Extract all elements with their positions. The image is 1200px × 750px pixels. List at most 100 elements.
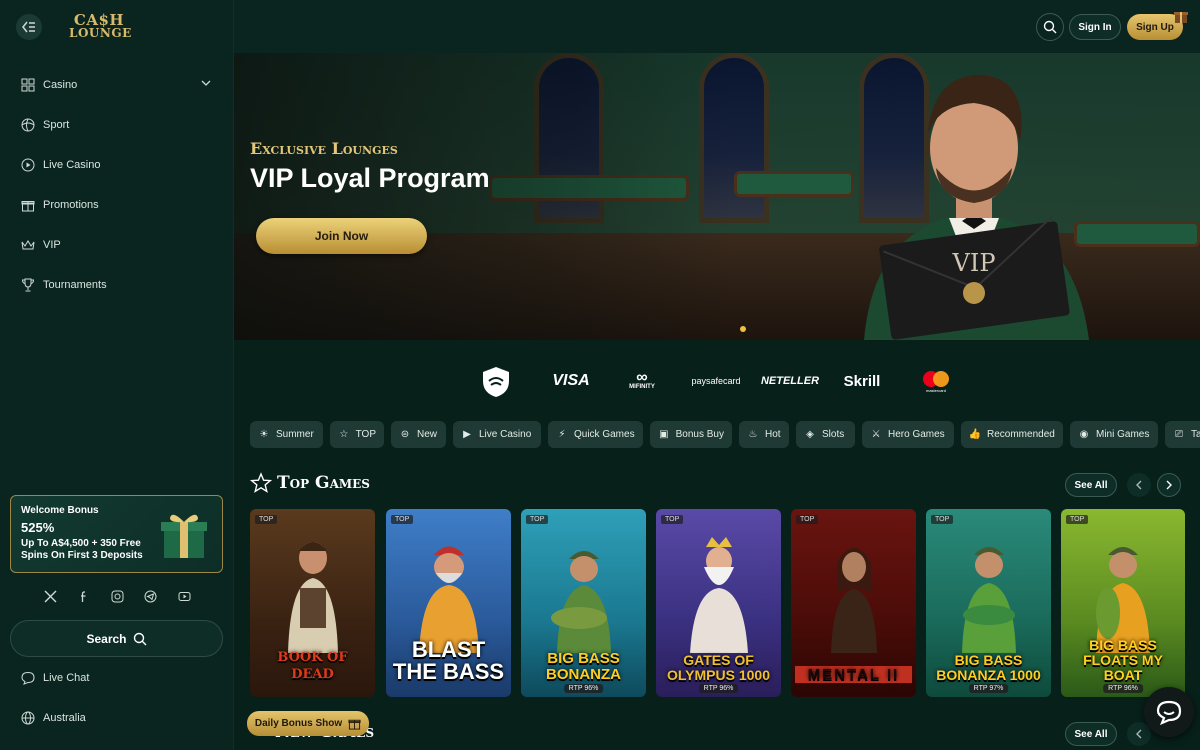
top-games-next-button[interactable] — [1157, 473, 1181, 497]
sidebar-item-promotions[interactable]: Promotions — [0, 185, 233, 225]
chip-hot[interactable]: ♨ Hot — [739, 421, 789, 448]
chip-hero-games[interactable]: ⚔ Hero Games — [862, 421, 954, 448]
sidebar-item-language[interactable]: Australia — [0, 698, 234, 738]
game-tile-blast-the-bass[interactable]: TOP BLAST THE BASS — [386, 509, 511, 697]
chip-bonus-buy[interactable]: ▣ Bonus Buy — [650, 421, 732, 448]
gift-box-icon — [161, 514, 207, 558]
game-tile-big-bass-bonanza[interactable]: TOP BIG BASS BONANZA RTP 96% — [521, 509, 646, 697]
tile-badge: TOP — [391, 515, 414, 524]
game-tile-big-bass-bonanza-1000[interactable]: TOP BIG BASS BONANZA 1000 RTP 97% — [926, 509, 1051, 697]
trophy-icon — [20, 277, 36, 293]
sidebar-item-vip[interactable]: VIP — [0, 225, 233, 265]
hero-shade — [234, 53, 734, 340]
sidebar-item-label: Tournaments — [43, 279, 107, 291]
mastercard-logo: mastercard — [914, 368, 958, 394]
sidebar-item-tournaments[interactable]: Tournaments — [0, 265, 233, 305]
instagram-icon[interactable] — [109, 588, 125, 604]
game-art — [689, 537, 748, 653]
chip-quick-games[interactable]: ⚡ Quick Games — [548, 421, 643, 448]
game-tile-big-bass-floats-my-boat[interactable]: TOP BIG BASS FLOATS MY BOAT RTP 96% — [1061, 509, 1185, 697]
menu-collapse-icon — [22, 21, 35, 32]
globe-icon — [20, 710, 36, 726]
logo-line1: CA$H — [73, 10, 125, 29]
lightning-icon: ⚡ — [558, 429, 566, 440]
rtp-badge: RTP 96% — [1103, 684, 1143, 693]
top-games-see-all-button[interactable]: See All — [1065, 473, 1117, 497]
chip-more[interactable]: ⎚ Ta — [1165, 421, 1200, 448]
chip-recommended[interactable]: 👍 Recommended — [961, 421, 1063, 448]
gift-icon — [1174, 12, 1188, 23]
game-art — [830, 548, 877, 653]
sidebar-item-label: Casino — [43, 79, 78, 91]
chip-slots[interactable]: ◈ Slots — [796, 421, 855, 448]
chip-live-casino[interactable]: ▶ Live Casino — [453, 421, 541, 448]
star-icon — [250, 472, 272, 493]
sidebar-search-button[interactable]: Search — [10, 620, 223, 657]
header-search-button[interactable] — [1036, 13, 1064, 41]
play-icon — [20, 157, 36, 173]
sidebar-item-sport[interactable]: Sport — [0, 105, 233, 145]
sun-icon: ☀ — [259, 429, 269, 440]
game-tile-mental-ii[interactable]: TOP MENTAL II — [791, 509, 916, 697]
neteller-logo: NETELLER — [760, 375, 820, 387]
tile-badge: TOP — [1066, 515, 1089, 524]
controller-icon: ◉ — [1079, 429, 1089, 440]
live-chat-fab[interactable] — [1144, 687, 1194, 737]
chip-new[interactable]: ⊜ New — [391, 421, 446, 448]
gift-icon — [348, 719, 361, 730]
rtp-badge: RTP 96% — [563, 684, 604, 693]
new-icon: ⊜ — [400, 429, 410, 440]
top-header: Sign In Sign Up — [234, 0, 1200, 53]
game-title: BOOK OF DEAD — [277, 650, 348, 682]
hero-banner[interactable]: VIP Exclusive Lounges VIP Loyal Program … — [234, 53, 1200, 340]
telegram-icon[interactable] — [143, 588, 159, 604]
facebook-icon[interactable] — [76, 588, 92, 604]
sidebar-item-live-chat[interactable]: Live Chat — [0, 658, 234, 698]
welcome-bonus-card[interactable]: Welcome Bonus 525% Up To A$4,500 + 350 F… — [10, 495, 223, 573]
flame-icon: ♨ — [748, 429, 758, 440]
tile-badge: TOP — [526, 515, 549, 524]
chip-summer[interactable]: ☀ Summer — [250, 421, 323, 448]
chevron-left-icon — [1136, 480, 1142, 490]
daily-bonus-show-button[interactable]: Daily Bonus Show — [247, 711, 369, 736]
top-games-prev-button[interactable] — [1127, 473, 1151, 497]
slots-icon: ◈ — [806, 429, 814, 440]
sidebar-item-casino[interactable]: Casino — [0, 65, 233, 105]
rtp-badge: RTP 96% — [698, 684, 739, 693]
game-tile-book-of-dead[interactable]: TOP BOOK OF DEAD — [250, 509, 375, 697]
sidebar-item-live-casino[interactable]: Live Casino — [0, 145, 233, 185]
gift-icon — [20, 197, 36, 213]
join-now-button[interactable]: Join Now — [256, 218, 427, 254]
thumbs-up-icon: 👍 — [968, 429, 982, 440]
game-title: BLAST THE BASS — [392, 637, 505, 684]
game-title: BIG BASS FLOATS MY BOAT — [1083, 637, 1163, 683]
sidebar-nav: Casino Sport Live Casino Promotions VIP … — [0, 65, 233, 305]
x-twitter-icon[interactable] — [42, 588, 58, 604]
new-games-see-all-button[interactable]: See All — [1065, 722, 1117, 746]
payment-methods: VISA ∞ MIFINITY paysafecard NETELLER Skri… — [234, 340, 1200, 422]
collapse-sidebar-button[interactable] — [16, 13, 42, 40]
ball-icon — [20, 117, 36, 133]
chip-top[interactable]: ☆ TOP — [330, 421, 384, 448]
top-games-title: Top Games — [277, 473, 370, 493]
sign-in-button[interactable]: Sign In — [1069, 14, 1121, 40]
hero-subtitle: Exclusive Lounges — [250, 139, 398, 158]
chat-icon — [20, 670, 36, 686]
chip-mini-games[interactable]: ◉ Mini Games — [1070, 421, 1158, 448]
bonus-description: Up To A$4,500 + 350 Free Spins On First … — [21, 538, 143, 561]
game-title: BIG BASS BONANZA — [546, 650, 621, 683]
secure-shield-icon — [483, 367, 509, 397]
logo[interactable]: CA$H LOUNGE — [69, 10, 131, 40]
game-art — [418, 546, 479, 653]
game-tile-gates-of-olympus-1000[interactable]: TOP GATES OF OLYMPUS 1000 RTP 96% — [656, 509, 781, 697]
tag-icon: ⎚ — [1175, 429, 1183, 440]
sidebar-item-label: VIP — [43, 239, 61, 251]
game-art — [1096, 547, 1150, 653]
sword-icon: ⚔ — [871, 429, 881, 440]
daily-bonus-label: Daily Bonus Show — [254, 718, 343, 729]
tile-badge: TOP — [255, 515, 278, 524]
youtube-icon[interactable] — [176, 588, 192, 604]
sidebar-item-label: Sport — [43, 119, 70, 131]
chevron-left-icon — [1136, 729, 1142, 739]
carousel-dot-active[interactable] — [740, 326, 746, 332]
